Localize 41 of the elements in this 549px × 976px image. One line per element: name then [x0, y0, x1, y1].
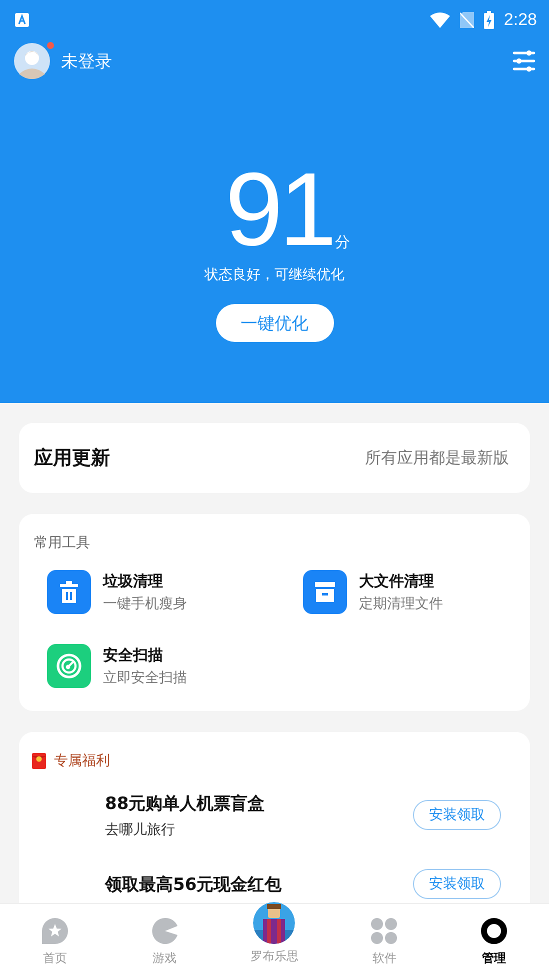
notification-icon	[15, 13, 29, 27]
nav-tab[interactable]: 软件	[329, 904, 440, 976]
settings-icon[interactable]	[512, 50, 536, 72]
four-dots-icon	[370, 917, 398, 945]
clock: 2:28	[504, 10, 537, 30]
login-status[interactable]: 未登录	[61, 50, 112, 72]
update-card[interactable]: 应用更新 所有应用都是最新版	[19, 423, 530, 493]
envelope-icon	[32, 753, 46, 769]
tool-name[interactable]: 大文件清理	[359, 572, 443, 590]
section-title: 专属福利	[54, 752, 110, 770]
offer-title: 领取最高56元现金红包	[105, 874, 282, 896]
install-button[interactable]: 安装领取	[413, 800, 501, 830]
star-bubble-icon	[40, 917, 69, 945]
no-sim-icon	[460, 12, 474, 28]
nav-tab[interactable]: 管理	[439, 904, 549, 976]
tool-name[interactable]: 安全扫描	[103, 646, 187, 664]
tool-description: 定期清理文件	[359, 594, 443, 612]
optimize-button[interactable]: 一键优化	[216, 304, 334, 342]
tool-description: 一键手机瘦身	[103, 594, 187, 612]
trash-icon[interactable]	[47, 570, 91, 614]
nav-tab[interactable]: 首页	[0, 904, 110, 976]
score-value: 91	[225, 160, 333, 260]
install-button[interactable]: 安装领取	[413, 869, 501, 899]
section-title: 常用工具	[34, 534, 91, 552]
offer-source: 去哪儿旅行	[105, 820, 176, 838]
battery-charging-icon	[484, 11, 494, 29]
card-title: 应用更新	[34, 446, 110, 471]
gauge-icon[interactable]	[47, 644, 91, 688]
avatar-icon[interactable]	[14, 43, 50, 79]
offer-title: 88元购单人机票盲盒	[105, 792, 265, 814]
tool-name[interactable]: 垃圾清理	[103, 572, 187, 590]
score-unit: 分	[334, 233, 350, 252]
wifi-icon	[430, 12, 450, 28]
status-text: 状态良好，可继续优化	[204, 266, 344, 284]
tool-description: 立即安全扫描	[103, 668, 187, 686]
pacman-icon	[150, 917, 179, 945]
update-status: 所有应用都是最新版	[365, 448, 509, 468]
ring-icon	[480, 917, 508, 945]
archive-box-icon[interactable]	[303, 570, 347, 614]
nav-tab[interactable]: 罗布乐思	[220, 904, 330, 976]
nav-tab[interactable]: 游戏	[110, 904, 220, 976]
